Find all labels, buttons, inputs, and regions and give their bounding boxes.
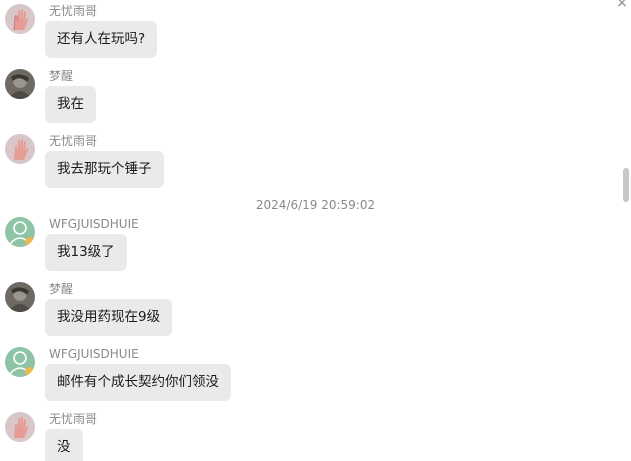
default-green-avatar-icon[interactable]: [5, 217, 35, 247]
message-timestamp: 2024/6/19 20:59:02: [255, 198, 376, 212]
message-bubble[interactable]: 我去那玩个锤子: [45, 151, 164, 188]
sender-name: WFGJUISDHUIE: [49, 217, 139, 231]
photo-avatar-icon[interactable]: [5, 69, 35, 99]
sender-name: 无忧雨哥: [49, 412, 98, 426]
chat-window: × 无忧雨哥 还有人在玩吗? 梦醒 我在 无忧雨哥 我去那玩个锤子 2024/6…: [0, 0, 631, 461]
message-bubble[interactable]: 没: [45, 429, 83, 461]
message-bubble[interactable]: 我没用药现在9级: [45, 299, 173, 336]
default-green-avatar-icon[interactable]: [5, 347, 35, 377]
sender-name: 无忧雨哥: [49, 4, 98, 18]
sender-name: 无忧雨哥: [49, 134, 98, 148]
sender-name: 梦醒: [49, 69, 74, 83]
sender-name: 梦醒: [49, 282, 74, 296]
hand-avatar-icon[interactable]: [5, 134, 35, 164]
scrollbar-thumb[interactable]: [623, 168, 629, 202]
message-bubble[interactable]: 还有人在玩吗?: [45, 21, 158, 58]
sender-name: WFGJUISDHUIE: [49, 347, 139, 361]
message-bubble[interactable]: 邮件有个成长契约你们领没: [45, 364, 231, 401]
hand-avatar-icon[interactable]: [5, 412, 35, 442]
hand-avatar-icon[interactable]: [5, 4, 35, 34]
photo-avatar-icon[interactable]: [5, 282, 35, 312]
message-bubble[interactable]: 我在: [45, 86, 96, 123]
message-bubble[interactable]: 我13级了: [45, 234, 127, 271]
scrollbar[interactable]: [621, 0, 631, 461]
